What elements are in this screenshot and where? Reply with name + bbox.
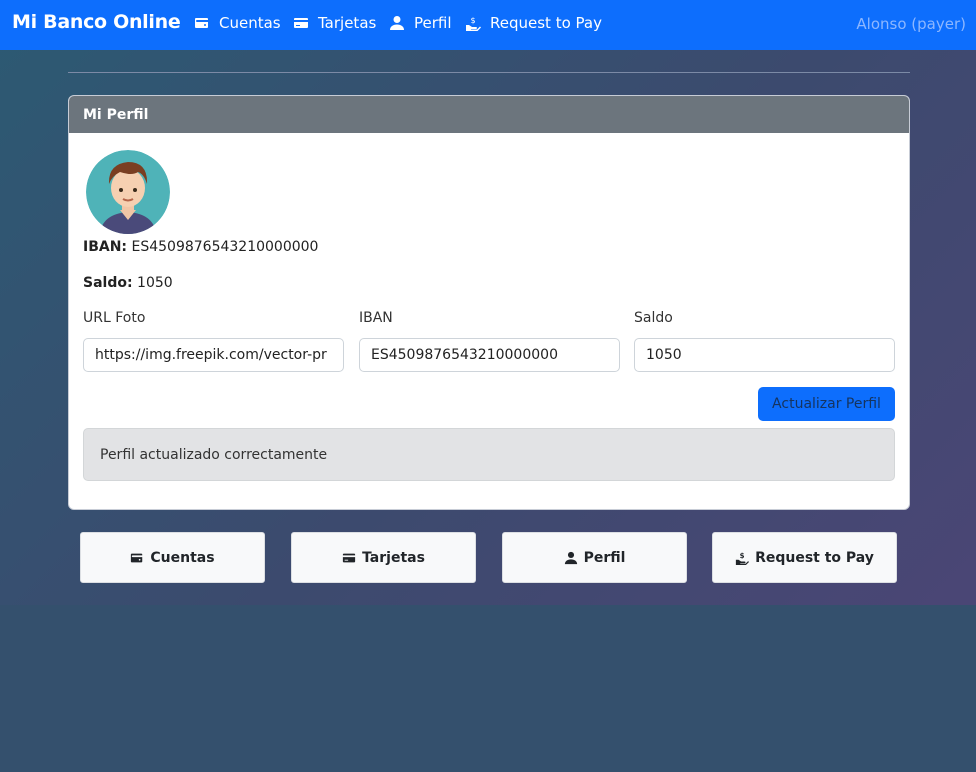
avatar [86,150,170,234]
hand-dollar-icon: $ [735,552,750,565]
quick-link-label: Cuentas [150,549,215,566]
svg-text:$: $ [470,16,475,25]
nav-item-label: Request to Pay [490,14,602,32]
nav-item-request-to-pay[interactable]: $ Request to Pay [465,14,602,32]
credit-card-icon [294,18,308,28]
quick-link-label: Perfil [583,549,626,566]
profile-card: Mi Perfil IBAN: ES4509876543210000000 Sa… [68,95,910,510]
brand-logo[interactable]: Mi Banco Online [12,11,181,33]
quick-link-label: Request to Pay [755,549,874,566]
quick-link-cuentas[interactable]: Cuentas [80,532,265,583]
saldo-field-label: Saldo [634,310,673,326]
quick-link-tarjetas[interactable]: Tarjetas [291,532,476,583]
svg-text:$: $ [740,552,745,560]
avatar-illustration [86,150,170,234]
card-header: Mi Perfil [69,96,909,133]
iban-info-label: IBAN: [83,239,128,255]
nav-item-label: Tarjetas [318,14,377,32]
nav-item-label: Cuentas [219,14,281,32]
current-user-label[interactable]: Alonso (payer) [856,15,966,33]
iban-input[interactable]: ES4509876543210000000 [359,338,620,372]
saldo-info-value: 1050 [137,275,173,291]
top-navbar: Mi Banco Online Cuentas Tarjetas Perfil … [0,0,976,50]
nav-item-label: Perfil [414,14,452,32]
divider [68,72,910,73]
nav-item-perfil[interactable]: Perfil [389,14,452,32]
saldo-info: Saldo: 1050 [83,275,173,291]
user-icon [390,16,404,30]
quick-link-request-to-pay[interactable]: $ Request to Pay [712,532,897,583]
wallet-icon [131,553,143,562]
quick-link-label: Tarjetas [362,549,425,566]
url-foto-input[interactable]: https://img.freepik.com/vector-pr [83,338,344,372]
nav-item-cuentas[interactable]: Cuentas [194,14,281,32]
success-alert: Perfil actualizado correctamente [83,428,895,481]
wallet-icon [195,18,208,28]
url-foto-label: URL Foto [83,310,146,326]
iban-info-value: ES4509876543210000000 [131,239,319,255]
quick-link-perfil[interactable]: Perfil [502,532,687,583]
saldo-info-label: Saldo: [83,275,133,291]
user-icon [564,551,577,564]
iban-field-label: IBAN [359,310,393,326]
credit-card-icon [342,553,356,562]
hand-dollar-icon: $ [466,16,481,31]
page-background-footer [0,605,976,772]
iban-info: IBAN: ES4509876543210000000 [83,239,318,255]
nav-item-tarjetas[interactable]: Tarjetas [293,14,376,32]
update-profile-button[interactable]: Actualizar Perfil [758,387,895,421]
saldo-input[interactable]: 1050 [634,338,895,372]
